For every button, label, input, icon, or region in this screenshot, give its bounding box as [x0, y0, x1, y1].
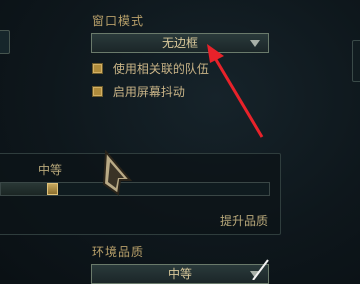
- slider-fill: [1, 183, 52, 195]
- checkbox-label-team: 使用相关联的队伍: [112, 62, 209, 76]
- window-mode-value: 无边框: [161, 36, 198, 50]
- environment-quality-dropdown[interactable]: 中等: [91, 264, 269, 284]
- checkbox-icon[interactable]: [92, 63, 103, 74]
- environment-quality-value: 中等: [167, 267, 192, 281]
- checkbox-row-team[interactable]: 使用相关联的队伍: [92, 62, 209, 76]
- environment-quality-heading: 环境品质: [92, 245, 145, 259]
- left-partial-button[interactable]: [0, 30, 10, 54]
- checkbox-icon[interactable]: [92, 86, 103, 97]
- annotation-stroke-icon: [252, 259, 269, 280]
- slider-value-label: 中等: [38, 163, 63, 177]
- pointer-cursor-icon: [102, 150, 133, 196]
- chevron-down-icon: [250, 40, 260, 47]
- scrollbar[interactable]: [352, 40, 360, 82]
- slider-thumb[interactable]: [47, 183, 58, 195]
- upgrade-quality-link[interactable]: 提升品质: [220, 212, 268, 229]
- window-mode-heading: 窗口模式: [92, 14, 145, 28]
- checkbox-label-screen-shake: 启用屏幕抖动: [112, 85, 185, 99]
- checkbox-row-screen-shake[interactable]: 启用屏幕抖动: [92, 85, 185, 99]
- window-mode-dropdown[interactable]: 无边框: [91, 33, 269, 53]
